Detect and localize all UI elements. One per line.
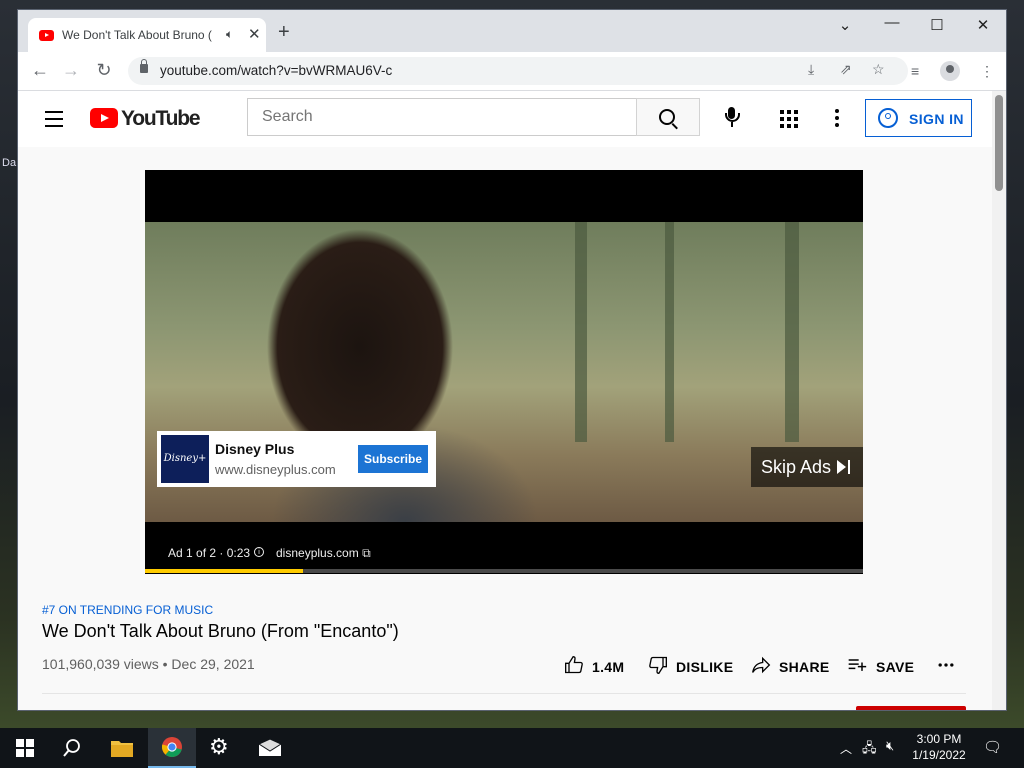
share-arrow-icon [752, 656, 771, 674]
minimize-button[interactable]: — [877, 14, 907, 31]
page-scrollbar[interactable] [992, 91, 1006, 710]
ad-counter: Ad 1 of 2 · 0:23 [168, 546, 251, 560]
tab-title: We Don't Talk About Bruno ( [62, 28, 212, 42]
dislike-label: DISLIKE [676, 659, 734, 675]
scrollbar-thumb[interactable] [995, 95, 1003, 191]
hamburger-menu-icon[interactable] [45, 111, 63, 132]
video-views-date: 101,960,039 views • Dec 29, 2021 [42, 656, 255, 672]
youtube-wordmark: YouTube [121, 107, 201, 130]
file-explorer-button[interactable] [98, 728, 146, 768]
ad-progress-bar[interactable] [145, 569, 863, 573]
background-tree [785, 222, 799, 442]
skip-ads-label: Skip Ads [761, 456, 832, 477]
ad-advertiser-name[interactable]: Disney Plus [215, 441, 294, 457]
back-arrow-icon[interactable]: ← [28, 60, 52, 81]
close-window-button[interactable]: ✕ [968, 16, 998, 34]
voice-search-microphone-icon[interactable] [720, 105, 744, 129]
ad-progress-fill [145, 569, 303, 573]
reload-icon[interactable]: ↻ [92, 60, 116, 81]
search-input[interactable] [260, 99, 624, 135]
search-icon [659, 109, 675, 125]
install-app-icon[interactable]: ⤓ [808, 61, 814, 78]
video-title: We Don't Talk About Bruno (From "Encanto… [42, 621, 399, 641]
sign-in-button[interactable]: SIGN IN [865, 99, 972, 137]
clock-time: 3:00 PM [916, 732, 962, 746]
ad-companion-card[interactable]: Disney+ Disney Plus www.disneyplus.com S… [157, 431, 436, 487]
save-label: SAVE [876, 659, 915, 675]
like-count: 1.4M [592, 659, 625, 675]
sign-in-label: SIGN IN [909, 111, 964, 127]
search-box [247, 98, 636, 136]
youtube-favicon-icon [39, 30, 54, 41]
forward-arrow-icon[interactable]: → [59, 60, 83, 81]
external-link-icon: ⧉ [362, 546, 371, 560]
skip-next-icon [837, 460, 846, 474]
maximize-button[interactable]: ☐ [922, 16, 952, 34]
user-circle-icon [878, 108, 898, 128]
tab-close-icon[interactable]: ✕ [248, 25, 261, 43]
clock-date: 1/19/2022 [912, 748, 966, 762]
share-page-icon[interactable]: ⇗ [840, 61, 852, 78]
ad-domain-link[interactable]: disneyplus.com ⧉ [276, 546, 371, 561]
background-tree [575, 222, 587, 442]
share-label: SHARE [779, 659, 830, 675]
thumbs-up-icon [565, 655, 583, 674]
address-bar[interactable]: youtube.com/watch?v=bvWRMAU6V-c ⤓ ⇗ ☆ [128, 57, 908, 85]
browser-tab-youtube[interactable]: We Don't Talk About Bruno ( 🔈︎ ✕ [28, 18, 266, 52]
bookmark-star-icon[interactable]: ☆ [872, 61, 885, 78]
reading-list-icon[interactable]: ≡ [911, 63, 919, 79]
youtube-page: YouTube SIGN IN [18, 91, 992, 710]
desktop-icon-label[interactable]: Da [2, 157, 16, 169]
playlist-add-icon [848, 659, 867, 671]
browser-menu-icon[interactable]: ⋮ [980, 63, 994, 80]
url-text[interactable]: youtube.com/watch?v=bvWRMAU6V-c [160, 63, 392, 78]
tab-search-chevron-icon[interactable]: ⌄ [830, 16, 860, 34]
tray-chevron-up-icon[interactable]: ︿ [840, 740, 852, 757]
taskbar-search-button[interactable] [48, 728, 96, 768]
lock-icon[interactable] [140, 59, 148, 73]
ad-subscribe-button[interactable]: Subscribe [358, 445, 428, 473]
audio-playing-icon[interactable]: 🔈︎ [226, 27, 233, 42]
settings-gear-icon: ⚙ [209, 734, 229, 759]
video-player[interactable]: Disney+ Disney Plus www.disneyplus.com S… [145, 170, 863, 574]
ad-domain-text[interactable]: disneyplus.com [276, 546, 359, 560]
mail-taskbar-button[interactable] [246, 728, 294, 768]
mail-envelope-icon [258, 739, 282, 756]
system-clock[interactable]: 3:00 PM 1/19/2022 [906, 731, 972, 763]
settings-more-icon[interactable] [835, 109, 839, 130]
start-button[interactable] [0, 728, 48, 768]
skip-ads-button[interactable]: Skip Ads [751, 447, 863, 487]
network-icon[interactable]: 🖧︎ [862, 739, 877, 761]
more-horizontal-icon [938, 663, 954, 667]
disney-plus-logo: Disney+ [161, 435, 209, 483]
chrome-icon [161, 737, 182, 758]
notifications-icon[interactable]: 🗨︎ [983, 738, 1002, 756]
search-button[interactable] [636, 98, 700, 136]
youtube-play-logo-icon [90, 108, 118, 128]
background-tree [665, 222, 674, 442]
settings-taskbar-button[interactable]: ⚙ [197, 728, 245, 768]
section-divider [42, 693, 966, 694]
thumbs-down-icon [649, 656, 667, 675]
folder-icon [111, 741, 133, 757]
windows-taskbar: ⚙ ︿ 🖧︎ 🔇︎ 3:00 PM 1/19/2022 🗨︎ [0, 728, 1024, 768]
tab-strip: We Don't Talk About Bruno ( 🔈︎ ✕ + ⌄ — ☐… [18, 10, 1006, 52]
new-tab-button[interactable]: + [278, 22, 290, 42]
taskbar-search-icon [63, 739, 80, 757]
apps-grid-icon[interactable] [780, 110, 798, 128]
ad-info-icon[interactable]: i [254, 547, 264, 557]
browser-window: We Don't Talk About Bruno ( 🔈︎ ✕ + ⌄ — ☐… [18, 10, 1006, 710]
volume-muted-icon[interactable]: 🔇︎ [886, 738, 894, 754]
youtube-masthead: YouTube SIGN IN [18, 91, 992, 147]
ad-site-url[interactable]: www.disneyplus.com [215, 462, 336, 477]
subscribe-channel-button-partial[interactable] [856, 706, 966, 710]
trending-link[interactable]: #7 ON TRENDING FOR MUSIC [42, 603, 213, 617]
ad-info-bar: Ad 1 of 2 · 0:23 i disneyplus.com ⧉ [168, 546, 371, 560]
browser-toolbar: ← → ↻ youtube.com/watch?v=bvWRMAU6V-c ⤓ … [18, 52, 1006, 91]
chrome-taskbar-button[interactable] [148, 728, 196, 768]
windows-logo-icon [16, 739, 34, 757]
profile-avatar-icon[interactable] [940, 61, 960, 81]
